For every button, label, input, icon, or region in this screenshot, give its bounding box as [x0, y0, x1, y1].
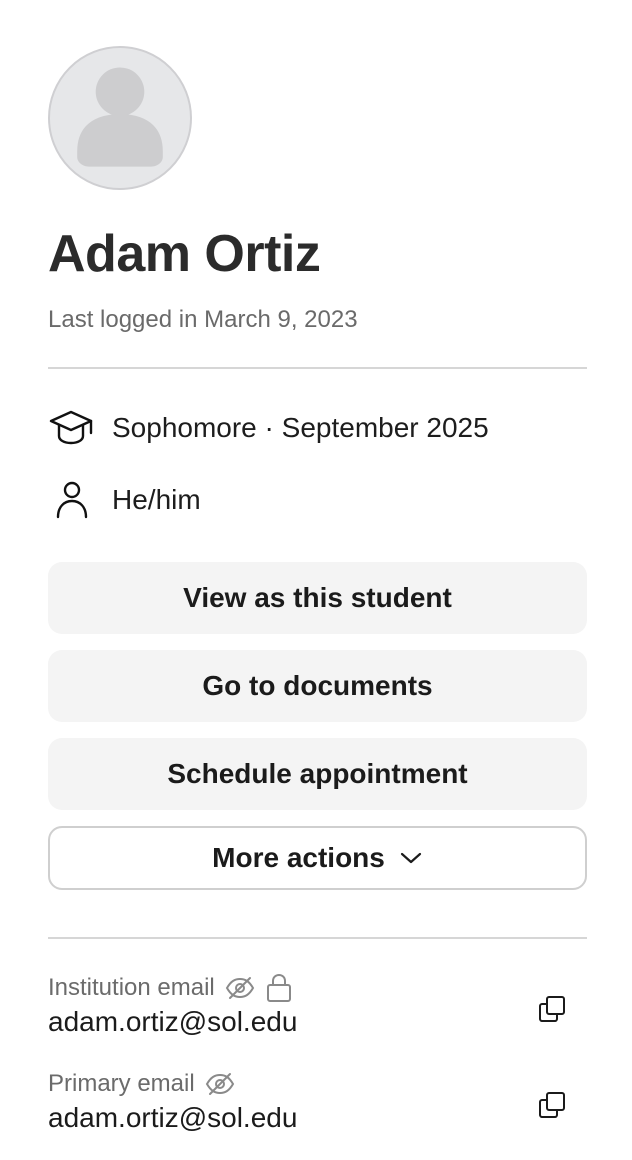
person-icon	[48, 480, 96, 520]
institution-email-block: Institution email adam.ortiz@sol.edu	[48, 972, 587, 1038]
institution-email-label: Institution email	[48, 974, 215, 1001]
primary-email-block: Primary email adam.ortiz@sol.edu	[48, 1068, 587, 1134]
default-user-avatar-icon	[77, 67, 163, 167]
institution-email-value: adam.ortiz@sol.edu	[48, 1006, 298, 1037]
more-actions-label: More actions	[212, 842, 385, 873]
eye-off-icon	[205, 1071, 235, 1097]
primary-email-value: adam.ortiz@sol.edu	[48, 1102, 298, 1133]
schedule-appointment-button[interactable]: Schedule appointment	[48, 738, 587, 810]
primary-email-label: Primary email	[48, 1070, 195, 1097]
copy-icon[interactable]	[535, 1088, 569, 1122]
more-actions-button[interactable]: More actions	[48, 826, 587, 890]
view-as-student-button[interactable]: View as this student	[48, 562, 587, 634]
primary-email-label-row: Primary email	[48, 1068, 587, 1100]
copy-icon[interactable]	[535, 992, 569, 1026]
class-year-row: Sophomore · September 2025	[48, 408, 489, 448]
class-year-text: Sophomore · September 2025	[112, 412, 489, 443]
last-login-text: Last logged in March 9, 2023	[48, 306, 358, 333]
divider	[48, 367, 587, 369]
institution-email-label-row: Institution email	[48, 972, 587, 1004]
go-to-documents-button[interactable]: Go to documents	[48, 650, 587, 722]
pronouns-text: He/him	[112, 484, 201, 515]
student-name: Adam Ortiz	[48, 225, 321, 283]
divider	[48, 937, 587, 939]
eye-off-icon	[225, 975, 255, 1001]
graduation-cap-icon	[48, 408, 96, 448]
pronouns-row: He/him	[48, 480, 201, 520]
lock-icon	[265, 973, 293, 1003]
chevron-down-icon	[399, 850, 423, 866]
avatar	[48, 46, 192, 190]
